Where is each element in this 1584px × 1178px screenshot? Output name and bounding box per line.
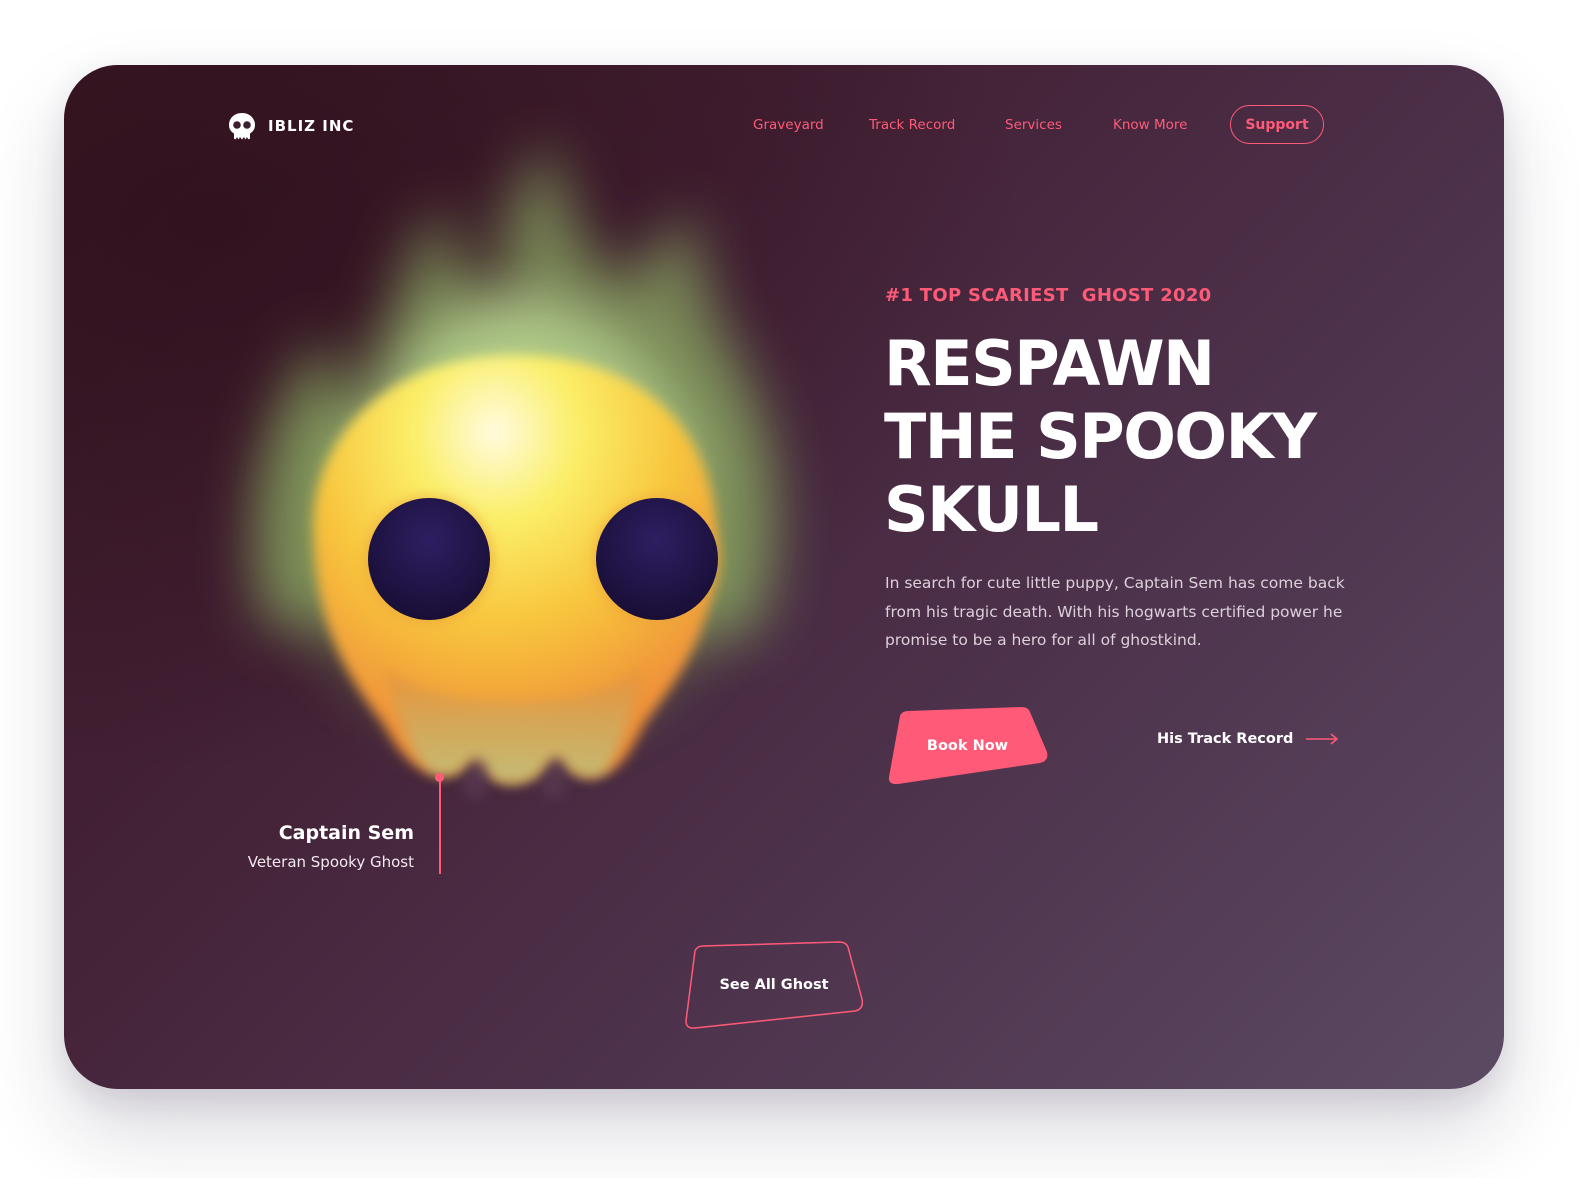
see-all-ghost-label: See All Ghost [719, 977, 829, 993]
brand-name: IBLIZ INC [268, 117, 355, 135]
headline-line: SKULL [884, 473, 1099, 546]
skull-illustration [244, 145, 784, 800]
nav-link-track-record[interactable]: Track Record [869, 117, 955, 133]
nav-link-know-more[interactable]: Know More [1113, 117, 1187, 133]
character-caption: Captain Sem Veteran Spooky Ghost [248, 822, 414, 871]
character-name: Captain Sem [278, 822, 414, 844]
character-role: Veteran Spooky Ghost [247, 853, 414, 871]
track-record-label: His Track Record [1157, 731, 1294, 747]
nav-link-graveyard[interactable]: Graveyard [753, 117, 824, 133]
book-now-button[interactable]: Book Now [886, 706, 1049, 786]
skull-left-eye [368, 498, 490, 620]
page: IBLIZ INC Graveyard Track Record Service… [0, 0, 1584, 1178]
see-all-ghost-button[interactable]: See All Ghost [683, 939, 865, 1031]
hero-description: In search for cute little puppy, Captain… [885, 574, 1345, 650]
headline-line: RESPAWN [884, 327, 1215, 400]
hero-eyebrow: #1 TOP SCARIEST GHOST 2020 [885, 285, 1212, 306]
top-nav: IBLIZ INC Graveyard Track Record Service… [64, 65, 1504, 185]
brand-logo[interactable]: IBLIZ INC [227, 111, 354, 141]
caption-pointer-line [439, 778, 441, 874]
hero-card: IBLIZ INC Graveyard Track Record Service… [64, 65, 1504, 1089]
support-button[interactable]: Support [1230, 105, 1324, 144]
nav-link-services[interactable]: Services [1005, 117, 1062, 133]
arrow-right-icon [1306, 733, 1339, 745]
book-now-label: Book Now [926, 738, 1009, 754]
track-record-link[interactable]: His Track Record [1157, 731, 1339, 747]
skull-icon [229, 113, 255, 140]
hero-headline: RESPAWN THE SPOOKY SKULL [884, 327, 1444, 546]
skull-right-eye [596, 498, 718, 620]
headline-line: THE SPOOKY [884, 400, 1317, 473]
